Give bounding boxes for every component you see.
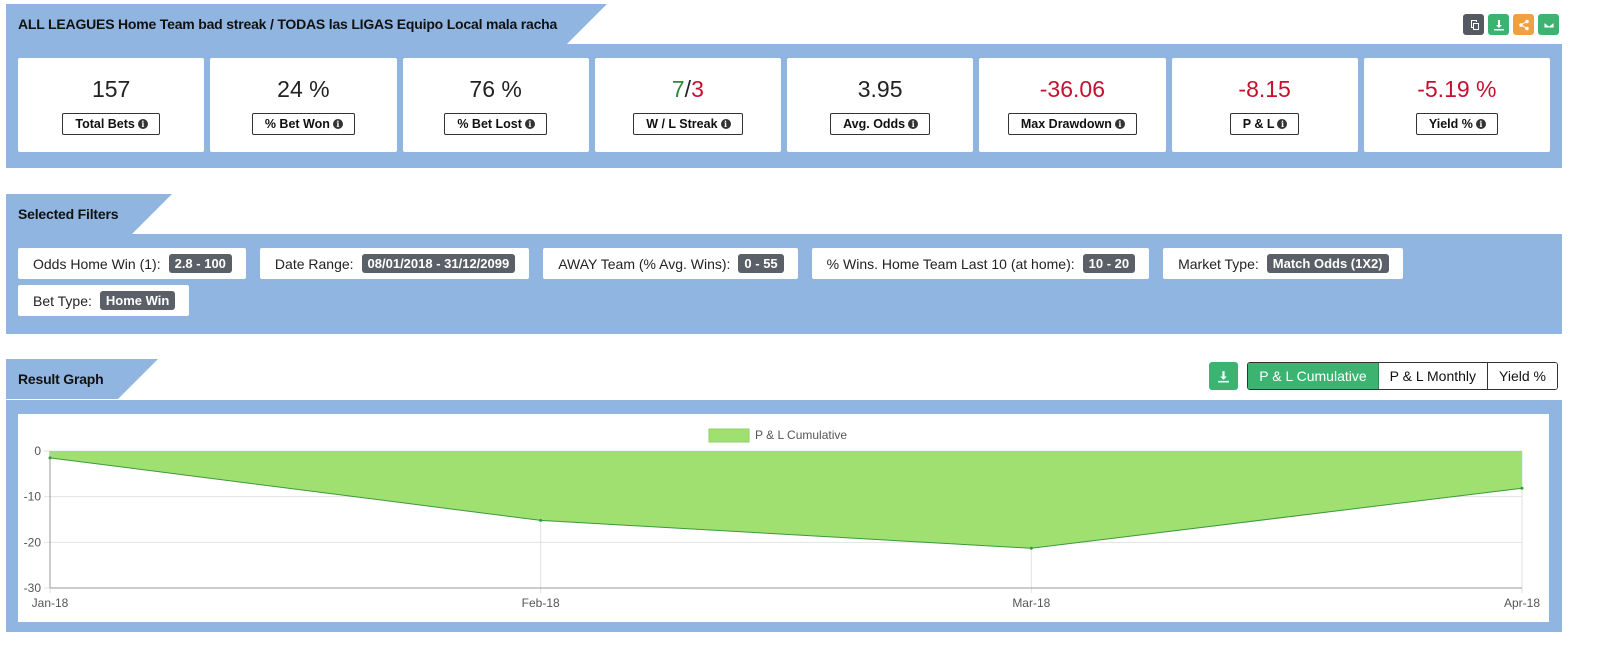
tab-pl-monthly[interactable]: P & L Monthly	[1378, 363, 1489, 389]
info-icon: i	[908, 119, 919, 129]
chart-legend: P & L Cumulative	[708, 428, 847, 443]
info-icon: i	[1475, 119, 1486, 129]
loss-streak: 3	[691, 76, 704, 102]
stat-yield: -5.19 % Yield % i	[1363, 58, 1550, 152]
tab-yield[interactable]: Yield %	[1488, 363, 1557, 389]
download-icon[interactable]	[1488, 14, 1509, 35]
legend-swatch	[708, 428, 750, 443]
filter-date-range: Date Range: 08/01/2018 - 31/12/2099	[259, 248, 530, 279]
y-tick-label: -20	[24, 535, 42, 549]
filter-value-badge: 08/01/2018 - 31/12/2099	[361, 254, 516, 273]
stat-label-button[interactable]: Avg. Odds i	[830, 113, 931, 135]
info-icon: i	[332, 119, 343, 129]
info-icon: i	[720, 119, 731, 129]
main-header: ALL LEAGUES Home Team bad streak / TODAS…	[6, 4, 608, 44]
email-icon[interactable]	[1538, 14, 1559, 35]
stat-pl: -8.15 P & Li	[1171, 58, 1358, 152]
tab-pl-cumulative[interactable]: P & L Cumulative	[1248, 363, 1379, 389]
filters-header: Selected Filters	[6, 194, 173, 234]
stat-value: 157	[91, 76, 131, 102]
stats-panel: 157 Total Bets i 24 % % Bet Won i 76 % % B…	[6, 44, 1562, 168]
stat-value: -5.19 %	[1417, 76, 1497, 102]
data-point	[1520, 486, 1524, 490]
info-icon: i	[137, 119, 148, 129]
stat-label-button[interactable]: Yield % i	[1415, 113, 1498, 135]
chart-area: 0 -10 -20 -30 Jan-18 Feb-18 Mar-18 Apr-18 P & …	[18, 414, 1549, 622]
pl-cumulative-area	[50, 451, 1522, 549]
stat-avg-odds: 3.95 Avg. Odds i	[787, 58, 974, 152]
filters-panel: Odds Home Win (1): 2.8 - 100 Date Range:…	[6, 234, 1562, 334]
graph-header: Result Graph	[6, 359, 157, 399]
stat-value: 76 %	[469, 76, 522, 102]
chart-download-button[interactable]	[1209, 362, 1239, 390]
graph-title: Result Graph	[6, 359, 157, 399]
y-tick-label: -30	[24, 581, 42, 595]
copy-icon[interactable]	[1463, 14, 1484, 35]
stat-wl-streak: 7/3 W / L Streak i	[594, 58, 781, 152]
filter-value-badge: Match Odds (1X2)	[1266, 254, 1389, 273]
stat-value: -8.15	[1238, 76, 1291, 102]
y-axis-ticks: 0 -10 -20 -30	[24, 444, 42, 595]
x-tick-label: Apr-18	[1504, 596, 1540, 610]
y-tick-label: -10	[24, 490, 42, 504]
stat-max-drawdown: -36.06 Max Drawdown i	[979, 58, 1166, 152]
stat-label-button[interactable]: % Bet Won i	[251, 113, 355, 135]
stat-bet-won: 24 % % Bet Won i	[210, 58, 397, 152]
data-point	[48, 456, 52, 460]
stat-bet-lost: 76 % % Bet Lost i	[402, 58, 589, 152]
download-icon	[1218, 370, 1230, 382]
info-icon: i	[524, 119, 535, 129]
stat-value: 24 %	[277, 76, 330, 102]
stat-label-button[interactable]: % Bet Lost i	[444, 113, 547, 135]
graph-toolbar: P & L Cumulative P & L Monthly Yield %	[1209, 362, 1558, 390]
win-streak: 7	[671, 76, 685, 102]
stat-value: 7/3	[672, 76, 704, 104]
info-icon: i	[1114, 119, 1125, 129]
filter-odds-home-win: Odds Home Win (1): 2.8 - 100	[18, 248, 246, 279]
graph-tab-group: P & L Cumulative P & L Monthly Yield %	[1247, 362, 1558, 390]
stat-label-button[interactable]: Total Bets i	[62, 113, 160, 135]
y-tick-label: 0	[34, 444, 41, 458]
filter-away-team-wins: AWAY Team (% Avg. Wins): 0 - 55	[543, 248, 798, 279]
filter-value-badge: Home Win	[99, 291, 176, 310]
info-icon: i	[1277, 119, 1288, 129]
page-title: ALL LEAGUES Home Team bad streak / TODAS…	[6, 4, 608, 44]
stat-label-button[interactable]: P & Li	[1229, 113, 1300, 135]
x-tick-label: Feb-18	[522, 596, 560, 610]
x-tick-label: Mar-18	[1012, 596, 1050, 610]
stat-label-button[interactable]: Max Drawdown i	[1007, 113, 1137, 135]
header-actions	[1463, 14, 1559, 35]
filter-bet-type: Bet Type: Home Win	[18, 285, 190, 316]
filter-home-team-last10: % Wins. Home Team Last 10 (at home): 10 …	[811, 248, 1150, 279]
filter-value-badge: 10 - 20	[1082, 254, 1136, 273]
filter-value-badge: 0 - 55	[738, 254, 784, 273]
x-tick-label: Jan-18	[32, 596, 69, 610]
legend-label: P & L Cumulative	[755, 428, 847, 442]
stat-value: 3.95	[857, 76, 903, 102]
share-icon[interactable]	[1513, 14, 1534, 35]
stat-value: -36.06	[1039, 76, 1105, 102]
data-point	[1029, 546, 1033, 550]
x-axis-ticks: Jan-18 Feb-18 Mar-18 Apr-18	[32, 596, 1541, 610]
filter-market-type: Market Type: Match Odds (1X2)	[1163, 248, 1403, 279]
data-point	[539, 518, 543, 522]
filter-value-badge: 2.8 - 100	[168, 254, 232, 273]
pl-cumulative-chart: 0 -10 -20 -30 Jan-18 Feb-18 Mar-18 Apr-18 P & …	[24, 428, 1541, 610]
stat-label-button[interactable]: W / L Streak i	[633, 113, 743, 135]
stat-total-bets: 157 Total Bets i	[18, 58, 205, 152]
filters-title: Selected Filters	[6, 194, 173, 234]
